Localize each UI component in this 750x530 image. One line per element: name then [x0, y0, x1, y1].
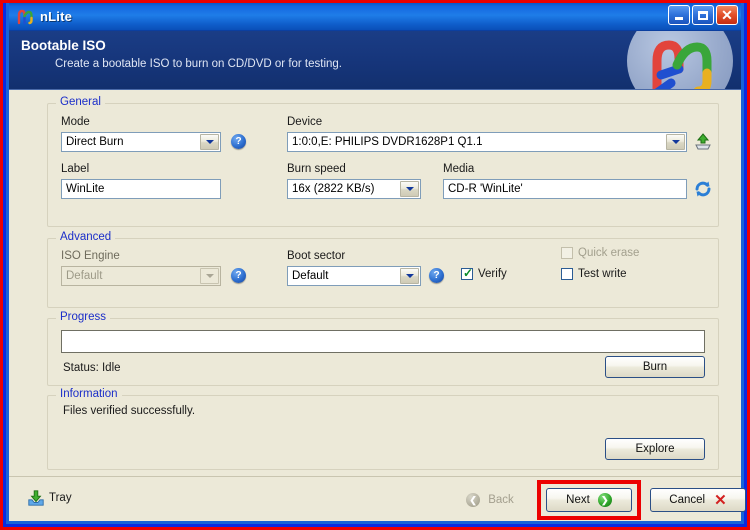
window-title: nLite: [40, 9, 73, 24]
page-subtitle: Create a bootable ISO to burn on CD/DVD …: [55, 58, 343, 70]
page-content: General Mode Direct Burn ? Device 1:0:0,…: [9, 90, 741, 487]
eject-icon[interactable]: [693, 132, 713, 152]
nlite-window: nLite ✕ Bootable ISO Create a bootable I…: [6, 3, 746, 524]
tray-button[interactable]: Tray: [27, 489, 72, 507]
iso-engine-combobox: Default: [61, 266, 221, 286]
general-group: General: [47, 96, 719, 227]
explore-button[interactable]: Explore: [605, 438, 705, 460]
next-arrow-icon: ❯: [597, 493, 612, 507]
mode-combobox[interactable]: Direct Burn: [61, 132, 221, 152]
media-field: CD-R 'WinLite': [443, 179, 687, 199]
iso-engine-value: Default: [66, 270, 103, 282]
burn-button[interactable]: Burn: [605, 356, 705, 378]
tray-down-arrow-icon: [27, 489, 45, 507]
chevron-down-icon[interactable]: [666, 134, 685, 150]
test-write-checkbox[interactable]: Test write: [561, 268, 627, 280]
label-label: Label: [61, 163, 90, 175]
iso-engine-label: ISO Engine: [61, 250, 120, 262]
boot-sector-value: Default: [292, 270, 329, 282]
boot-sector-label: Boot sector: [287, 250, 346, 262]
maximize-button[interactable]: [692, 5, 714, 25]
iso-engine-help-icon[interactable]: ?: [231, 268, 246, 283]
burn-speed-combobox[interactable]: 16x (2822 KB/s): [287, 179, 421, 199]
check-icon: ✓: [463, 266, 474, 280]
progress-group-legend: Progress: [56, 311, 111, 323]
advanced-group-legend: Advanced: [56, 231, 116, 243]
mode-value: Direct Burn: [66, 136, 124, 148]
tray-label: Tray: [49, 492, 72, 504]
mode-help-icon[interactable]: ?: [231, 134, 246, 149]
checkbox-box: [561, 268, 573, 280]
back-arrow-icon: ❮: [466, 493, 481, 507]
cancel-x-icon: ✕: [714, 491, 727, 509]
quick-erase-checkbox: Quick erase: [561, 247, 639, 259]
page-title: Bootable ISO: [21, 38, 106, 53]
back-button: ❮ Back: [444, 488, 536, 512]
nlite-logo-icon: [15, 8, 35, 26]
close-button[interactable]: ✕: [716, 5, 738, 25]
chevron-down-icon: [200, 268, 219, 284]
minimize-icon: [675, 16, 683, 20]
boot-sector-combobox[interactable]: Default: [287, 266, 421, 286]
device-combobox[interactable]: 1:0:0,E: PHILIPS DVDR1628P1 Q1.1: [287, 132, 687, 152]
progress-bar: [61, 330, 705, 353]
cancel-label: Cancel: [669, 494, 706, 506]
refresh-icon[interactable]: [693, 179, 713, 199]
page-banner: Bootable ISO Create a bootable ISO to bu…: [9, 31, 741, 90]
information-message: Files verified successfully.: [63, 405, 196, 417]
mode-label: Mode: [61, 116, 90, 128]
burn-speed-label: Burn speed: [287, 163, 346, 175]
information-group-legend: Information: [56, 388, 122, 400]
close-icon: ✕: [721, 7, 733, 23]
screenshot-root: nLite ✕ Bootable ISO Create a bootable I…: [0, 0, 750, 530]
label-input[interactable]: WinLite: [61, 179, 221, 199]
cancel-button[interactable]: Cancel ✕: [650, 488, 746, 512]
burn-speed-value: 16x (2822 KB/s): [292, 183, 375, 195]
chevron-down-icon[interactable]: [400, 268, 419, 284]
test-write-label: Test write: [578, 268, 627, 280]
window-controls: ✕: [668, 5, 738, 25]
checkbox-box: [561, 247, 573, 259]
chevron-down-icon[interactable]: [400, 181, 419, 197]
status-text: Status: Idle: [63, 362, 121, 374]
media-label: Media: [443, 163, 475, 175]
device-value: 1:0:0,E: PHILIPS DVDR1628P1 Q1.1: [292, 136, 483, 148]
maximize-icon: [698, 10, 708, 20]
chevron-down-icon[interactable]: [200, 134, 219, 150]
nlite-banner-logo-icon: [627, 31, 733, 89]
back-label: Back: [488, 494, 514, 506]
title-bar: nLite ✕: [9, 3, 741, 31]
checkbox-box: ✓: [461, 266, 474, 280]
next-label: Next: [566, 494, 590, 506]
footer-bar: Tray ❮ Back Next ❯ Cancel ✕: [9, 476, 746, 521]
quick-erase-label: Quick erase: [578, 247, 640, 259]
device-label: Device: [287, 116, 323, 128]
verify-checkbox[interactable]: ✓ Verify: [461, 266, 507, 280]
minimize-button[interactable]: [668, 5, 690, 25]
general-group-legend: General: [56, 96, 105, 108]
next-button[interactable]: Next ❯: [546, 488, 632, 512]
boot-sector-help-icon[interactable]: ?: [429, 268, 444, 283]
verify-label: Verify: [478, 268, 507, 280]
